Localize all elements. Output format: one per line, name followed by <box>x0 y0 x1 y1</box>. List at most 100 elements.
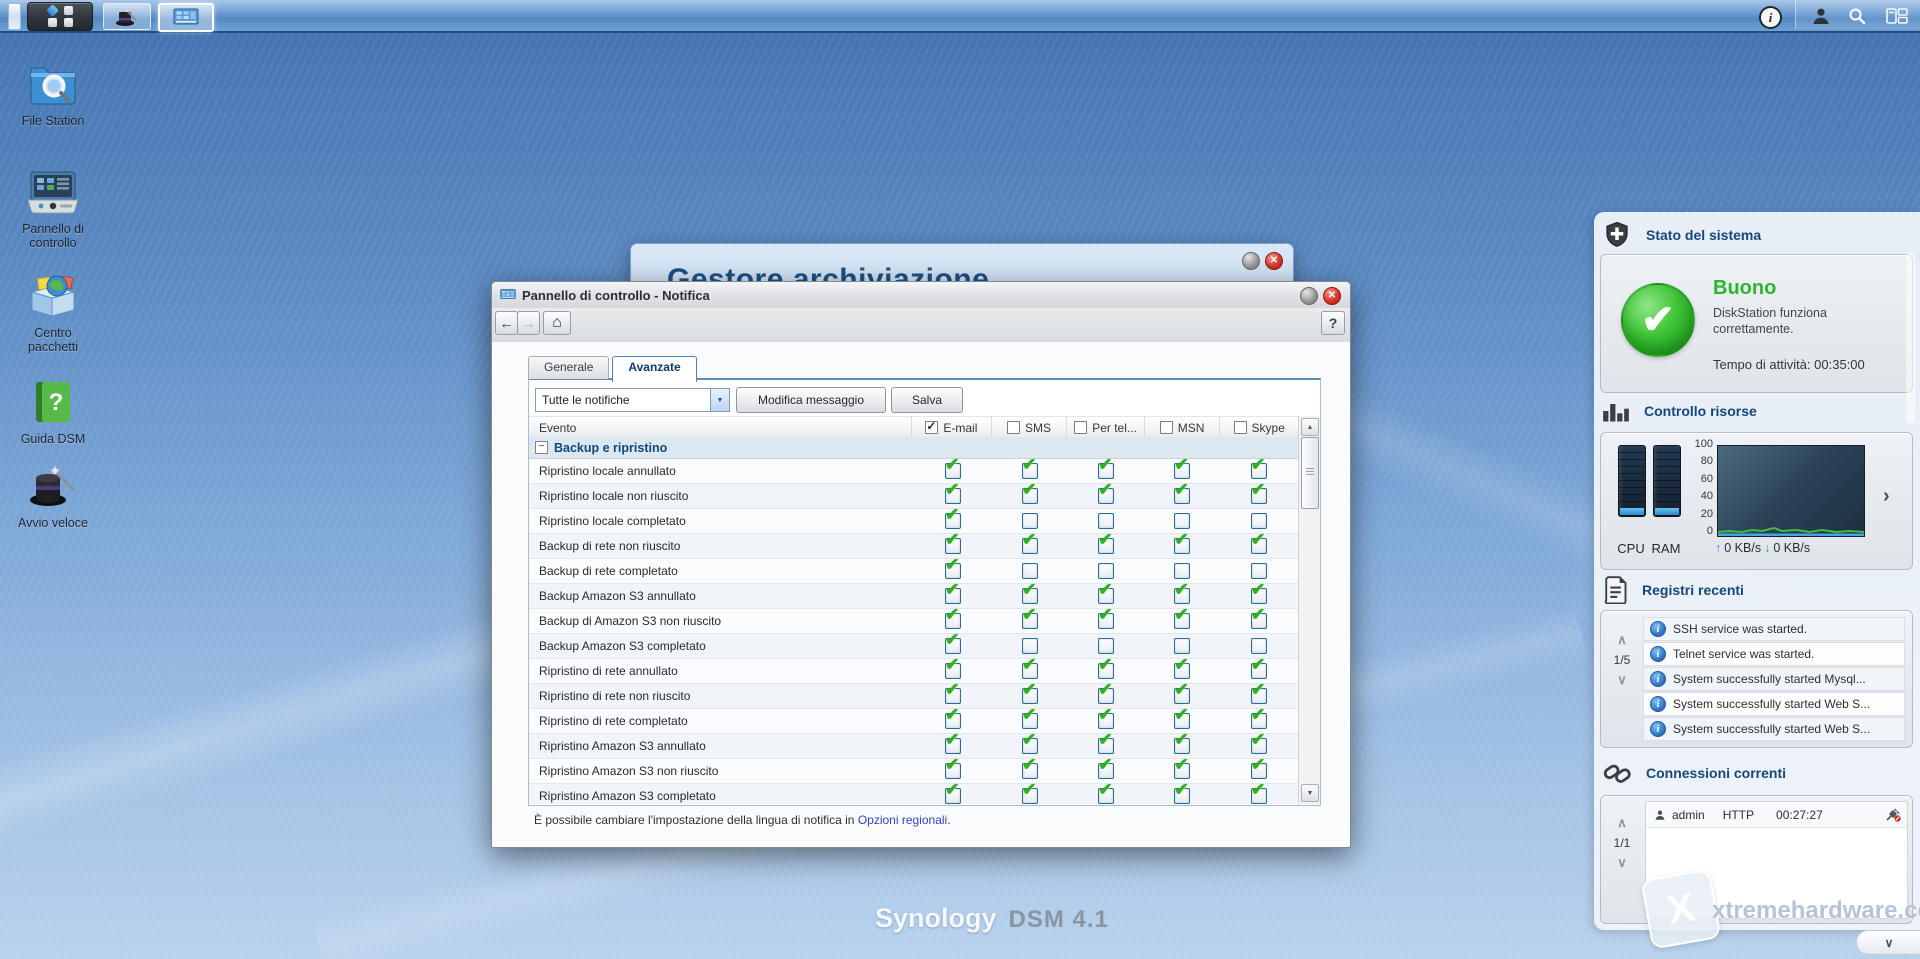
notification-checkbox[interactable]: ✔ <box>1022 788 1038 804</box>
tab-avanzate[interactable]: Avanzate <box>612 356 696 382</box>
back-button[interactable]: ← <box>495 311 518 335</box>
notification-checkbox[interactable]: ✔ <box>1174 688 1190 704</box>
notification-checkbox[interactable]: ✔ <box>1251 463 1267 479</box>
search-icon[interactable] <box>1846 5 1868 27</box>
notification-checkbox[interactable]: ✔ <box>1098 588 1114 604</box>
notification-checkbox[interactable] <box>1022 563 1038 579</box>
notification-checkbox[interactable]: ✔ <box>1174 613 1190 629</box>
notification-checkbox[interactable]: ✔ <box>1174 663 1190 679</box>
table-row[interactable]: Backup di Amazon S3 non riuscito✔✔✔✔✔ <box>529 608 1298 633</box>
notification-checkbox[interactable]: ✔ <box>1098 488 1114 504</box>
show-desktop-button[interactable] <box>8 3 21 30</box>
main-menu-button[interactable] <box>27 2 93 31</box>
pilot-view-icon[interactable] <box>1886 5 1908 27</box>
column-header-msn[interactable]: MSN <box>1144 417 1220 438</box>
notification-checkbox[interactable]: ✔ <box>1022 588 1038 604</box>
column-header-email[interactable]: E-mail <box>911 417 991 438</box>
table-row[interactable]: Ripristino Amazon S3 completato✔✔✔✔✔ <box>529 783 1298 804</box>
notification-checkbox[interactable]: ✔ <box>945 663 961 679</box>
scrollbar-thumb[interactable] <box>1301 437 1319 509</box>
tab-generale[interactable]: Generale <box>528 356 609 379</box>
user-icon[interactable] <box>1810 5 1832 27</box>
log-item[interactable]: iTelnet service was started. <box>1643 642 1905 666</box>
pager-down-icon[interactable]: ∨ <box>1605 856 1639 870</box>
notification-checkbox[interactable] <box>1022 513 1038 529</box>
info-icon[interactable]: i <box>1759 6 1782 29</box>
notification-checkbox[interactable]: ✔ <box>945 613 961 629</box>
notification-checkbox[interactable]: ✔ <box>1022 538 1038 554</box>
minimize-button[interactable] <box>1242 252 1260 270</box>
notification-checkbox[interactable]: ✔ <box>945 513 961 529</box>
desktop-icon-dsm-help[interactable]: ? Guida DSM <box>1 380 105 446</box>
notification-checkbox[interactable]: ✔ <box>1098 688 1114 704</box>
close-button[interactable]: ✕ <box>1323 287 1341 305</box>
notification-checkbox[interactable]: ✔ <box>1251 738 1267 754</box>
notification-checkbox[interactable] <box>1174 563 1190 579</box>
notification-checkbox[interactable]: ✔ <box>945 463 961 479</box>
notification-checkbox[interactable]: ✔ <box>1174 738 1190 754</box>
notification-checkbox[interactable]: ✔ <box>1174 463 1190 479</box>
notification-checkbox[interactable]: ✔ <box>945 788 961 804</box>
column-header-pertel[interactable]: Per tel... <box>1066 417 1144 438</box>
column-checkbox[interactable] <box>1007 421 1020 434</box>
notification-checkbox[interactable]: ✔ <box>1022 663 1038 679</box>
column-checkbox[interactable] <box>1234 421 1247 434</box>
column-header-skype[interactable]: Skype <box>1219 417 1298 438</box>
chevron-down-icon[interactable]: ▼ <box>710 389 729 411</box>
disconnect-icon[interactable] <box>1885 808 1901 822</box>
notification-checkbox[interactable] <box>1251 563 1267 579</box>
notification-checkbox[interactable]: ✔ <box>1022 613 1038 629</box>
desktop-icon-file-station[interactable]: File Station <box>1 60 105 128</box>
notification-checkbox[interactable]: ✔ <box>1022 738 1038 754</box>
forward-button[interactable]: → <box>517 311 540 335</box>
notification-checkbox[interactable]: ✔ <box>1251 763 1267 779</box>
column-header-evento[interactable]: Evento <box>529 417 911 438</box>
notification-checkbox[interactable]: ✔ <box>945 488 961 504</box>
notification-checkbox[interactable]: ✔ <box>1022 488 1038 504</box>
pager-down-icon[interactable]: ∨ <box>1605 673 1639 687</box>
notification-checkbox[interactable]: ✔ <box>1022 763 1038 779</box>
close-button[interactable]: ✕ <box>1265 252 1283 270</box>
edit-message-button[interactable]: Modifica messaggio <box>736 387 886 413</box>
notification-checkbox[interactable]: ✔ <box>1174 488 1190 504</box>
notification-checkbox[interactable]: ✔ <box>945 588 961 604</box>
notification-checkbox[interactable]: ✔ <box>1251 613 1267 629</box>
scroll-down-button[interactable]: ▼ <box>1301 784 1319 802</box>
vertical-scrollbar[interactable]: ▲ ▼ <box>1298 416 1320 804</box>
notification-checkbox[interactable]: ✔ <box>1098 663 1114 679</box>
notification-checkbox[interactable]: ✔ <box>945 713 961 729</box>
notification-checkbox[interactable]: ✔ <box>1251 588 1267 604</box>
minimize-button[interactable] <box>1300 287 1318 305</box>
notification-checkbox[interactable] <box>1174 513 1190 529</box>
notification-filter-dropdown[interactable]: Tutte le notifiche ▼ <box>535 388 730 412</box>
notification-checkbox[interactable]: ✔ <box>1022 688 1038 704</box>
connection-row[interactable]: admin HTTP 00:27:27 <box>1646 802 1907 828</box>
table-row[interactable]: Ripristino locale non riuscito✔✔✔✔✔ <box>529 483 1298 508</box>
notification-checkbox[interactable]: ✔ <box>1174 588 1190 604</box>
quick-start-taskbar-button[interactable] <box>103 3 151 30</box>
log-item[interactable]: iSystem successfully started Mysql... <box>1643 667 1905 691</box>
notification-checkbox[interactable]: ✔ <box>1174 788 1190 804</box>
notification-checkbox[interactable]: ✔ <box>1098 613 1114 629</box>
table-row[interactable]: Backup di rete non riuscito✔✔✔✔✔ <box>529 533 1298 558</box>
log-item[interactable]: iSSH service was started. <box>1643 617 1905 641</box>
desktop-icon-quick-start[interactable]: Avvio veloce <box>1 464 105 530</box>
notification-checkbox[interactable]: ✔ <box>1174 538 1190 554</box>
notification-checkbox[interactable]: ✔ <box>1098 538 1114 554</box>
notification-checkbox[interactable]: ✔ <box>1251 688 1267 704</box>
notification-checkbox[interactable]: ✔ <box>945 763 961 779</box>
notification-checkbox[interactable]: ✔ <box>945 638 961 654</box>
notification-checkbox[interactable]: ✔ <box>1022 463 1038 479</box>
desktop-icon-control-panel[interactable]: Pannello di controllo <box>1 170 105 250</box>
column-checkbox[interactable] <box>1074 421 1087 434</box>
sidebar-scrollbar[interactable] <box>1906 253 1915 423</box>
notification-checkbox[interactable] <box>1251 638 1267 654</box>
notification-checkbox[interactable]: ✔ <box>1251 663 1267 679</box>
notification-checkbox[interactable]: ✔ <box>1251 538 1267 554</box>
notification-checkbox[interactable]: ✔ <box>1098 713 1114 729</box>
notification-checkbox[interactable]: ✔ <box>945 738 961 754</box>
column-header-sms[interactable]: SMS <box>991 417 1067 438</box>
notification-checkbox[interactable]: ✔ <box>1098 463 1114 479</box>
notification-checkbox[interactable]: ✔ <box>945 688 961 704</box>
notification-checkbox[interactable]: ✔ <box>1098 738 1114 754</box>
